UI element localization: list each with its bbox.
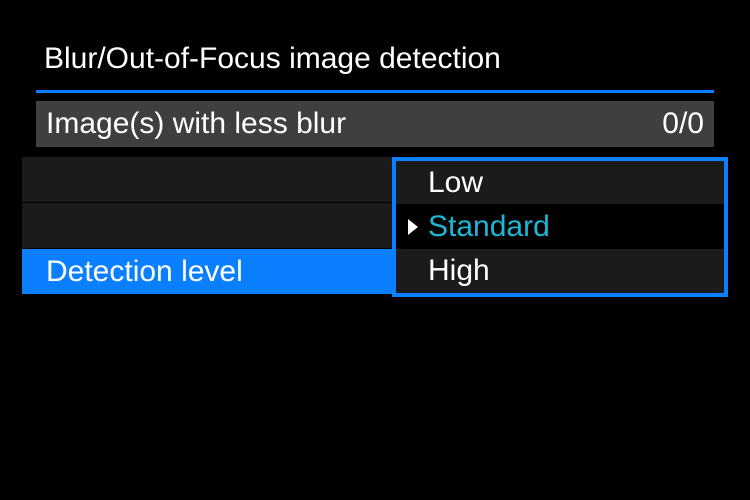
dropdown-option-high[interactable]: High xyxy=(396,249,724,293)
detection-level-dropdown: Low Standard High xyxy=(392,157,728,297)
dropdown-option-standard[interactable]: Standard xyxy=(396,205,724,249)
status-value: 0/0 xyxy=(662,107,704,141)
status-row: Image(s) with less blur 0/0 xyxy=(36,101,714,147)
detection-level-label: Detection level xyxy=(46,255,243,289)
camera-menu-screen: Blur/Out-of-Focus image detection Image(… xyxy=(22,30,728,470)
status-label: Image(s) with less blur xyxy=(46,107,346,141)
title-underline xyxy=(36,90,714,93)
page-title: Blur/Out-of-Focus image detection xyxy=(44,42,706,76)
title-area: Blur/Out-of-Focus image detection xyxy=(22,30,728,82)
dropdown-option-low[interactable]: Low xyxy=(396,161,724,205)
menu-rows: Detection level Low Standard High xyxy=(22,157,728,295)
